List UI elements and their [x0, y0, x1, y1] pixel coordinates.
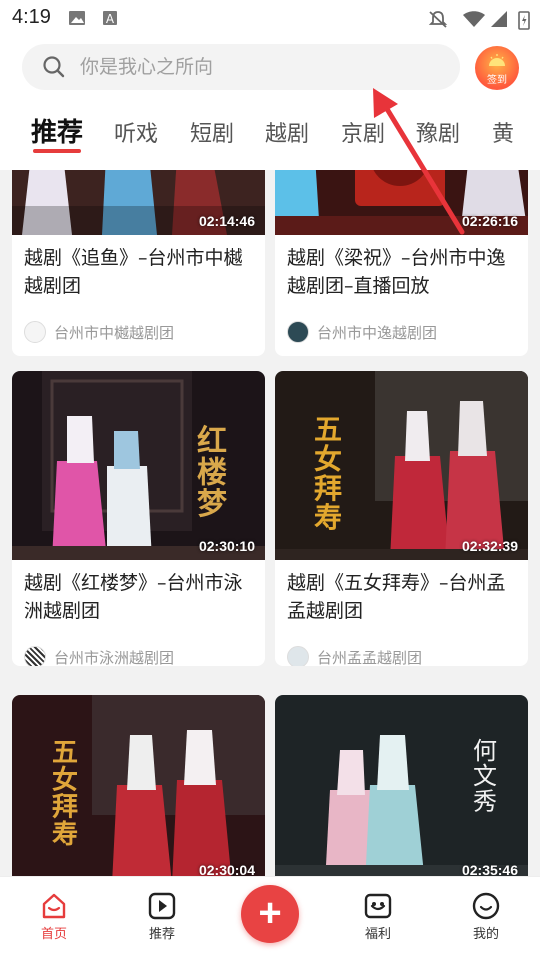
avatar [24, 646, 46, 666]
bell-off-icon [428, 11, 448, 28]
search-icon [43, 56, 65, 78]
video-feed[interactable]: 02:14:46 越剧《追鱼》–台州市中樾越剧团 台州市中樾越剧团 02:26:… [0, 170, 540, 876]
status-time: 4:19 [12, 6, 51, 28]
tab-huangmei[interactable]: 黄 [492, 116, 514, 148]
video-author[interactable]: 台州孟孟越剧团 [287, 645, 422, 666]
sun-icon [489, 54, 505, 66]
video-card[interactable]: 五女拜寿 02:30:04 [12, 695, 265, 876]
nav-label: 推荐 [148, 927, 175, 942]
video-title[interactable]: 越剧《红楼梦》–台州市泳洲越剧团 [24, 569, 256, 625]
signal-icon [491, 11, 507, 27]
video-duration: 02:30:04 [198, 862, 255, 876]
smile-icon [472, 892, 500, 920]
video-thumbnail[interactable]: 五女拜寿 02:30:04 [12, 695, 265, 876]
active-tab-indicator [33, 149, 81, 153]
svg-text:A: A [106, 12, 115, 26]
video-duration: 02:35:46 [461, 862, 518, 876]
poster-text: 红楼梦 [197, 424, 227, 522]
video-thumbnail[interactable]: 何文秀 02:35:46 [275, 695, 528, 876]
video-title[interactable]: 越剧《追鱼》–台州市中樾越剧团 [24, 244, 256, 300]
header: 签到 推荐 听戏 短剧 越剧 京剧 豫剧 黄 [0, 36, 540, 170]
search-bar[interactable] [22, 44, 460, 90]
signin-label: 签到 [487, 75, 507, 86]
wifi-icon [463, 11, 485, 27]
video-thumbnail[interactable]: 02:14:46 [12, 170, 265, 235]
tab-short-drama[interactable]: 短剧 [190, 116, 234, 148]
nav-recommend[interactable]: 推荐 [132, 891, 192, 942]
nav-home[interactable]: 首页 [24, 891, 84, 942]
poster-text: 五女拜寿 [314, 413, 342, 534]
author-name: 台州市泳洲越剧团 [54, 648, 175, 667]
category-tabs: 推荐 听戏 短剧 越剧 京剧 豫剧 黄 [0, 112, 540, 162]
video-card[interactable]: 何文秀 02:35:46 [275, 695, 528, 876]
author-name: 台州孟孟越剧团 [317, 648, 423, 667]
video-title[interactable]: 越剧《五女拜寿》–台州孟孟越剧团 [287, 569, 519, 625]
status-bar: 4:19 A [0, 0, 540, 36]
battery-icon [518, 11, 530, 30]
nav-mine[interactable]: 我的 [456, 891, 516, 942]
play-icon [148, 892, 176, 920]
image-notification-icon [69, 11, 85, 25]
gift-icon [364, 893, 392, 919]
avatar [287, 646, 309, 666]
video-card[interactable]: 红楼梦 02:30:10 越剧《红楼梦》–台州市泳洲越剧团 台州市泳洲越剧团 [12, 371, 265, 666]
tab-recommend[interactable]: 推荐 [31, 112, 83, 149]
create-button[interactable]: + [241, 885, 299, 943]
avatar [287, 321, 309, 343]
tab-yu-opera[interactable]: 豫剧 [416, 116, 460, 148]
tab-listen[interactable]: 听戏 [114, 116, 158, 148]
nav-label: 首页 [40, 927, 67, 942]
video-author[interactable]: 台州市中逸越剧团 [287, 320, 437, 344]
nav-welfare[interactable]: 福利 [348, 891, 408, 942]
video-duration: 02:14:46 [198, 213, 255, 229]
video-thumbnail[interactable]: 红楼梦 02:30:10 [12, 371, 265, 560]
poster-calligraphy: 红楼梦 [197, 424, 227, 522]
tab-peking-opera[interactable]: 京剧 [341, 116, 385, 148]
video-duration: 02:26:16 [461, 213, 518, 229]
tab-yue-opera[interactable]: 越剧 [265, 116, 309, 148]
video-card[interactable]: 五女拜寿 02:32:39 越剧《五女拜寿》–台州孟孟越剧团 台州孟孟越剧团 [275, 371, 528, 666]
search-input[interactable] [80, 44, 440, 90]
bottom-navigation: 首页 推荐 + 福利 我的 [0, 876, 540, 960]
video-author[interactable]: 台州市中樾越剧团 [24, 320, 174, 344]
video-card[interactable]: 02:14:46 越剧《追鱼》–台州市中樾越剧团 台州市中樾越剧团 [12, 170, 265, 356]
video-thumbnail[interactable]: 五女拜寿 02:32:39 [275, 371, 528, 560]
video-duration: 02:30:10 [198, 538, 255, 554]
plus-icon: + [258, 891, 282, 935]
poster-calligraphy: 何文秀 [473, 737, 497, 815]
poster-text: 五女拜寿 [52, 738, 78, 850]
avatar [24, 321, 46, 343]
poster-calligraphy: 五女拜寿 [314, 413, 342, 534]
author-name: 台州市中逸越剧团 [317, 323, 438, 342]
author-name: 台州市中樾越剧团 [54, 323, 175, 342]
video-thumbnail[interactable]: 02:26:16 [275, 170, 528, 235]
signin-button[interactable]: 签到 [475, 46, 519, 90]
poster-text: 何文秀 [473, 737, 497, 815]
video-duration: 02:32:39 [461, 538, 518, 554]
nav-label: 我的 [472, 927, 499, 942]
video-card[interactable]: 02:26:16 越剧《梁祝》–台州市中逸越剧团–直播回放 台州市中逸越剧团 [275, 170, 528, 356]
poster-calligraphy: 五女拜寿 [52, 738, 78, 850]
video-author[interactable]: 台州市泳洲越剧团 [24, 645, 174, 666]
video-title[interactable]: 越剧《梁祝》–台州市中逸越剧团–直播回放 [287, 244, 519, 300]
home-icon [42, 893, 66, 919]
nav-label: 福利 [364, 927, 391, 942]
a-notification-icon: A [103, 11, 117, 26]
